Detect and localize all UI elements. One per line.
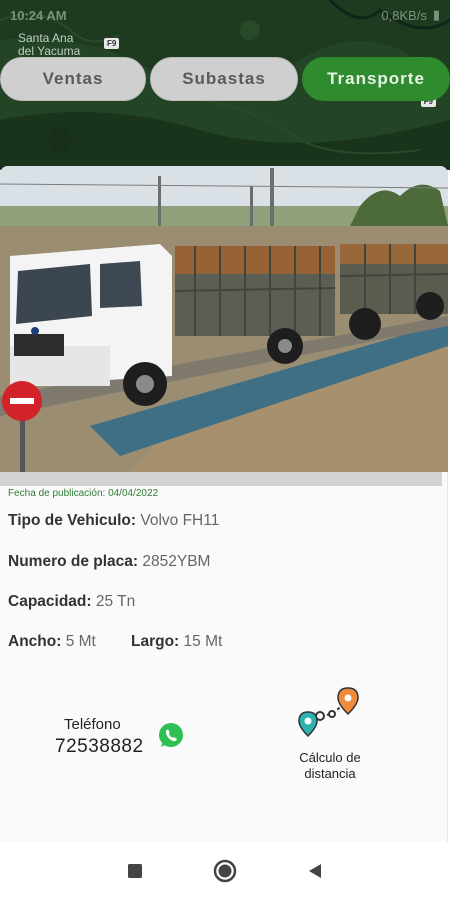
plate-row: Numero de placa: 2852YBM [8,553,210,571]
capacity-label: Capacidad: [8,593,92,610]
truck-photo-illustration [0,166,448,472]
capacity-row: Capacidad: 25 Tn [8,593,135,611]
status-right: 0,8KB/s ▮ [381,7,440,23]
vehicle-type-value: Volvo FH11 [140,512,220,529]
phone-label: Teléfono [64,716,121,733]
distance-label-line1: Cálculo de [299,750,361,765]
network-speed: 0,8KB/s [381,7,427,23]
tab-ventas[interactable]: Ventas [0,57,146,101]
plate-value: 2852YBM [142,553,211,570]
vehicle-type-label: Tipo de Vehiculo: [8,512,137,529]
app-screen: 10:24 AM 0,8KB/s ▮ Santa Ana del Yacuma … [0,0,450,900]
square-icon[interactable] [120,856,150,886]
truck-photo[interactable] [0,166,448,472]
width-row: Ancho: 5 Mt [8,633,96,651]
length-value: 15 Mt [183,633,223,650]
transport-listing-card[interactable]: Fecha de publicación: 04/04/2022 Tipo de… [0,166,448,842]
capacity-value: 25 Tn [95,593,136,610]
triangle-back-icon[interactable] [300,856,330,886]
distance-label-line2: distancia [304,766,356,781]
distance-calc-label[interactable]: Cálculo de distancia [284,750,376,782]
status-bar: 10:24 AM 0,8KB/s ▮ [0,0,450,30]
status-time: 10:24 AM [10,7,67,23]
category-tabs: Ventas Subastas Transporte [0,57,450,103]
tab-transporte[interactable]: Transporte [302,57,450,101]
phone-number[interactable]: 72538882 [55,736,144,758]
map-route-badge: F9 [104,38,120,49]
photo-divider [0,472,442,486]
publication-date: Fecha de publicación: 04/04/2022 [8,488,159,499]
whatsapp-icon[interactable] [157,722,185,750]
width-value: 5 Mt [65,633,96,650]
map-place-label: Santa Ana del Yacuma [18,32,80,58]
width-label: Ancho: [8,633,62,650]
battery-icon: ▮ [432,7,440,22]
route-distance-icon[interactable] [296,686,362,746]
length-label: Largo: [131,633,180,650]
system-nav-bar [0,842,450,900]
length-row: Largo: 15 Mt [131,633,222,651]
plate-label: Numero de placa: [8,553,139,570]
tab-subastas[interactable]: Subastas [150,57,298,101]
circle-icon[interactable] [210,856,240,886]
vehicle-type-row: Tipo de Vehiculo: Volvo FH11 [8,512,219,530]
